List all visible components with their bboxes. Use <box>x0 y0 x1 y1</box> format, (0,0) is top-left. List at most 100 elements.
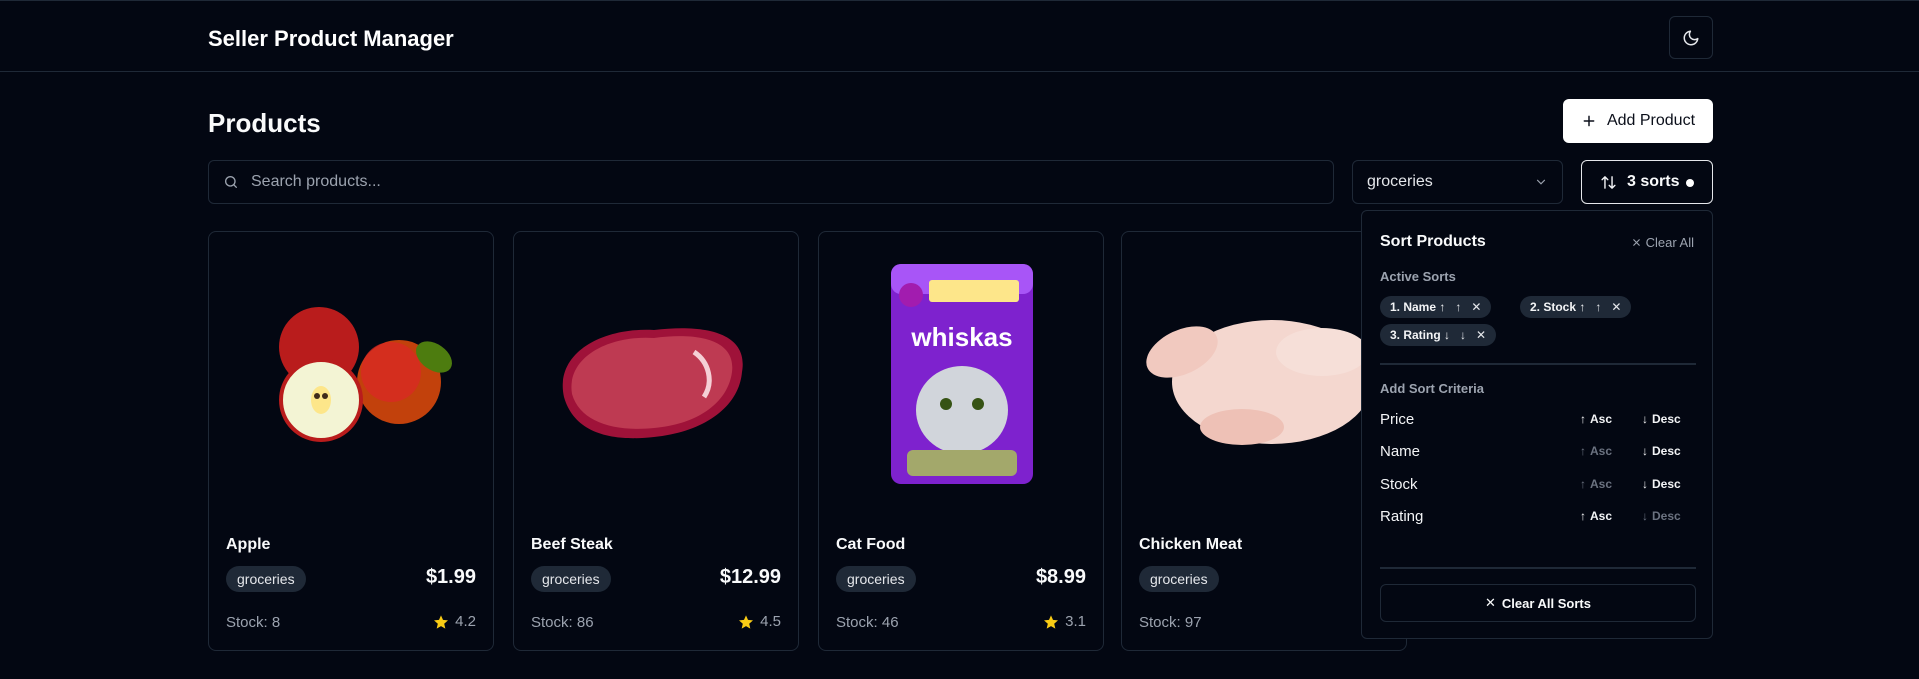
desc-button[interactable]: ↓ Desc <box>1642 477 1681 491</box>
active-sort-chip[interactable]: 2. Stock ↑ ↑ ✕ <box>1520 296 1632 318</box>
desc-label: Desc <box>1652 412 1681 426</box>
product-stock: Stock: 86 <box>531 614 594 631</box>
product-stock: Stock: 46 <box>836 614 899 631</box>
star-icon <box>739 614 754 629</box>
star-icon <box>434 614 449 629</box>
active-sorts-heading: Active Sorts <box>1380 269 1456 284</box>
criterion-label: Name <box>1380 443 1421 460</box>
product-card[interactable]: Apple groceries $1.99 Stock: 8 4.2 <box>208 231 494 651</box>
rating-value: 4.2 <box>455 613 476 630</box>
product-price: $1.99 <box>425 566 476 588</box>
category-badge: groceries <box>531 566 611 592</box>
category-select[interactable]: groceries <box>1352 160 1563 204</box>
clear-all-sorts-button[interactable]: ✕ Clear All Sorts <box>1380 584 1696 622</box>
active-sort-chip[interactable]: 1. Name ↑ ↑ ✕ <box>1380 296 1492 318</box>
chip-label: 1. Name ↑ <box>1390 300 1446 314</box>
close-icon[interactable]: ✕ <box>1476 328 1486 342</box>
product-rating: 3.1 <box>1043 613 1086 630</box>
asc-label: Asc <box>1590 477 1613 491</box>
asc-button[interactable]: ↑ Asc <box>1580 412 1612 426</box>
desc-label: Desc <box>1652 444 1681 458</box>
star-icon <box>1044 614 1059 629</box>
search-icon <box>225 176 237 188</box>
category-value: groceries <box>1367 173 1433 190</box>
page-title: Products <box>208 108 321 138</box>
clear-all-link[interactable]: Clear All <box>1631 235 1694 250</box>
chip-label: 2. Stock ↑ <box>1530 300 1586 314</box>
arrow-up-icon: ↑ <box>1580 412 1586 426</box>
close-icon <box>1632 239 1640 246</box>
clear-all-sorts-label: Clear All Sorts <box>1501 595 1591 611</box>
asc-label: Asc <box>1590 412 1613 426</box>
arrow-up-icon: ↑ <box>1580 477 1586 491</box>
desc-label: Desc <box>1652 509 1681 523</box>
search-box <box>208 160 1334 204</box>
app-title: Seller Product Manager <box>208 26 454 51</box>
moon-icon <box>1683 30 1699 45</box>
chevron-down-icon <box>1536 179 1546 185</box>
close-icon[interactable]: ✕ <box>1471 300 1481 314</box>
arrow-down-icon[interactable]: ↓ <box>1460 328 1466 342</box>
product-price: $8.99 <box>1035 566 1086 588</box>
asc-button[interactable]: ↑ Asc <box>1580 509 1612 523</box>
add-product-button[interactable]: Add Product <box>1563 99 1713 143</box>
product-name: Apple <box>226 536 271 553</box>
sort-criterion-rating: Rating ↑ Asc ↓ Desc <box>1380 502 1696 530</box>
product-name: Beef Steak <box>531 536 613 553</box>
active-sort-indicator <box>1686 179 1694 187</box>
desc-button[interactable]: ↓ Desc <box>1642 444 1681 458</box>
product-image-beef-steak <box>562 328 743 439</box>
divider <box>1380 363 1696 365</box>
asc-button[interactable]: ↑ Asc <box>1580 444 1612 458</box>
top-bar: Seller Product Manager <box>0 0 1919 72</box>
clear-all-label: Clear All <box>1645 235 1694 250</box>
desc-label: Desc <box>1652 477 1681 491</box>
add-sort-heading: Add Sort Criteria <box>1380 381 1485 396</box>
search-input[interactable] <box>251 173 1251 191</box>
product-price: $12.99 <box>719 566 781 588</box>
category-badge: groceries <box>836 566 916 592</box>
product-image-apple <box>279 307 453 442</box>
arrow-down-icon: ↓ <box>1642 444 1648 458</box>
asc-button[interactable]: ↑ Asc <box>1580 477 1612 491</box>
product-image-cat-food: whiskas <box>891 264 1033 484</box>
desc-button[interactable]: ↓ Desc <box>1642 509 1681 523</box>
arrow-down-icon: ↓ <box>1642 509 1648 523</box>
desc-button[interactable]: ↓ Desc <box>1642 412 1681 426</box>
sort-criterion-price: Price ↑ Asc ↓ Desc <box>1380 405 1696 433</box>
asc-label: Asc <box>1590 444 1613 458</box>
sort-criterion-name: Name ↑ Asc ↓ Desc <box>1380 437 1696 465</box>
product-rating: 4.2 <box>433 613 476 630</box>
sort-panel: Sort Products Clear All Active Sorts 1. … <box>1361 210 1713 639</box>
criterion-label: Rating <box>1380 508 1424 525</box>
product-card[interactable]: whiskas Cat Food groceries $8.99 Stock: … <box>818 231 1104 651</box>
rating-value: 3.1 <box>1065 613 1086 630</box>
category-badge: groceries <box>226 566 306 592</box>
sort-button[interactable]: 3 sorts <box>1581 160 1713 204</box>
arrow-up-icon: ↑ <box>1580 509 1586 523</box>
plus-icon <box>1583 115 1595 127</box>
active-sort-chip[interactable]: 3. Rating ↓ ↓ ✕ <box>1380 324 1497 346</box>
arrow-up-icon[interactable]: ↑ <box>1455 300 1461 314</box>
arrow-down-icon: ↓ <box>1642 412 1648 426</box>
sort-criterion-stock: Stock ↑ Asc ↓ Desc <box>1380 470 1696 498</box>
rating-value: 4.5 <box>760 613 781 630</box>
sort-arrows-icon <box>1601 175 1616 189</box>
product-card[interactable]: Beef Steak groceries $12.99 Stock: 86 4.… <box>513 231 799 651</box>
product-stock: Stock: 8 <box>226 614 281 631</box>
arrow-up-icon: ↑ <box>1580 444 1586 458</box>
add-product-label: Add Product <box>1606 112 1696 129</box>
asc-label: Asc <box>1590 509 1613 523</box>
criterion-label: Stock <box>1380 476 1418 493</box>
arrow-down-icon: ↓ <box>1642 477 1648 491</box>
close-icon[interactable]: ✕ <box>1611 300 1621 314</box>
product-name: Chicken Meat <box>1139 536 1243 553</box>
theme-toggle-button[interactable] <box>1669 16 1713 59</box>
sort-button-label: 3 sorts <box>1627 173 1680 190</box>
product-name: Cat Food <box>836 536 906 553</box>
criterion-label: Price <box>1380 411 1415 428</box>
arrow-up-icon[interactable]: ↑ <box>1595 300 1601 314</box>
svg-text:whiskas: whiskas <box>910 322 1012 352</box>
chip-label: 3. Rating ↓ <box>1390 328 1451 342</box>
divider <box>1380 567 1696 569</box>
